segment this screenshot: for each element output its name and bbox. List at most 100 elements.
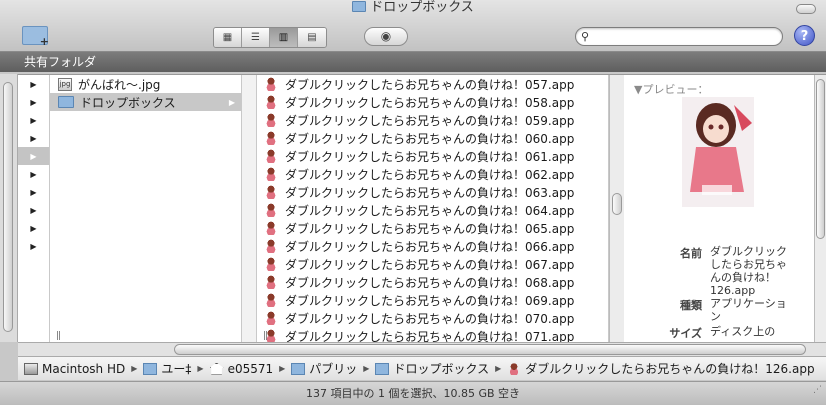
image-file-icon: jpg [58,77,72,91]
preview-name-value: ダブルクリックしたらお兄ちゃんの負けね！126.app [710,245,787,297]
path-item-app[interactable]: ダブルクリックしたらお兄ちゃんの負けね！126.app [507,360,815,377]
app-icon [265,167,277,181]
column-3-scroll-thumb[interactable] [612,193,622,215]
toolbar-toggle-button[interactable] [796,4,816,14]
path-item-home[interactable]: e05571 [209,362,273,376]
search-input[interactable] [596,30,776,44]
list-item[interactable]: ダブルクリックしたらお兄ちゃんの負けね！065.app [257,219,608,237]
column-1: ▶ ▶ ▶ ▶ ▶ ▶ ▶ ▶ ▶ ▶ [18,75,50,343]
list-item[interactable]: ダブルクリックしたらお兄ちゃんの負けね！060.app [257,129,608,147]
preview-kind-row: 種類 アプリケーション [624,297,804,323]
column-1-row[interactable]: ▶ [18,93,49,111]
path-item-users[interactable]: ユー‡ [143,360,191,377]
list-item-label: ダブルクリックしたらお兄ちゃんの負けね！061.app [285,149,575,164]
list-item[interactable]: ダブルクリックしたらお兄ちゃんの負けね！062.app [257,165,608,183]
column-3-scrollbar[interactable] [609,75,624,343]
column-1-row-selected[interactable]: ▶ [18,147,49,165]
list-item[interactable]: ダブルクリックしたらお兄ちゃんの負けね！063.app [257,183,608,201]
disclosure-arrow-icon: ▶ [30,223,37,233]
column-2-scrollbar[interactable] [242,75,257,343]
path-item-public[interactable]: パブリッ [291,360,357,377]
shared-folder-header: 共有フォルダ [0,52,826,72]
list-item[interactable]: ダブルクリックしたらお兄ちゃんの負けね！066.app [257,237,608,255]
disclosure-arrow-icon: ▶ [30,97,37,107]
list-item-label: ダブルクリックしたらお兄ちゃんの負けね！066.app [285,239,575,254]
path-separator-icon: ▶ [495,364,502,373]
disclosure-arrow-icon: ▶ [228,97,235,107]
list-item[interactable]: ダブルクリックしたらお兄ちゃんの負けね！057.app [257,75,608,93]
resize-grip-icon[interactable]: ⋰ [813,378,822,402]
path-item-macintosh-hd[interactable]: Macintosh HD [24,362,125,376]
preview-size-value: ディスク上の [710,325,776,338]
sidebar-scrollbar[interactable] [0,74,18,342]
column-1-row[interactable]: ▶ [18,237,49,255]
users-folder-icon [143,362,158,375]
preview-size-row: サイズ ディスク上の [624,325,804,341]
column-view-button[interactable]: ▥ [270,28,298,47]
list-item-label: ダブルクリックしたらお兄ちゃんの負けね！057.app [285,77,575,92]
list-view-button[interactable]: ☰ [242,28,270,47]
list-item-selected[interactable]: ドロップボックス ▶ [50,93,241,111]
list-item-label: ダブルクリックしたらお兄ちゃんの負けね！068.app [285,275,575,290]
disclosure-arrow-icon: ▶ [30,205,37,215]
column-1-row[interactable]: ▶ [18,75,49,93]
path-item-dropbox[interactable]: ドロップボックス [375,360,489,377]
list-item-label: ダブルクリックしたらお兄ちゃんの負けね！065.app [285,221,575,236]
column-resize-grip[interactable]: || [263,331,268,341]
app-icon [265,77,277,91]
app-icon [265,239,277,253]
column-browser: ▶ ▶ ▶ ▶ ▶ ▶ ▶ ▶ ▶ ▶ jpg がんばれ〜.jpg ドロップボック… [18,74,826,343]
horizontal-scrollbar[interactable] [18,342,826,356]
list-item[interactable]: ダブルクリックしたらお兄ちゃんの負けね！070.app [257,309,608,327]
disclosure-arrow-icon: ▶ [30,79,37,89]
column-1-row[interactable]: ▶ [18,201,49,219]
preview-header: ▼プレビュー： [634,83,709,96]
list-item[interactable]: ダブルクリックしたらお兄ちゃんの負けね！059.app [257,111,608,129]
new-folder-icon[interactable] [22,26,49,48]
column-1-row[interactable]: ▶ [18,111,49,129]
preview-size-label: サイズ [669,327,702,340]
window-title: ドロップボックス [0,0,826,16]
path-item-label: Macintosh HD [42,361,126,376]
list-item-label: ダブルクリックしたらお兄ちゃんの負けね！070.app [285,311,575,326]
quicklook-button[interactable]: ◉ [364,27,408,46]
help-icon[interactable]: ? [794,25,815,46]
list-item[interactable]: ダブルクリックしたらお兄ちゃんの負けね！064.app [257,201,608,219]
list-item[interactable]: ダブルクリックしたらお兄ちゃんの負けね！068.app [257,273,608,291]
column-1-row[interactable]: ▶ [18,165,49,183]
disclosure-arrow-icon: ▶ [30,115,37,125]
preview-scrollbar[interactable] [814,75,826,343]
path-item-label: ダブルクリックしたらお兄ちゃんの負けね！126.app [525,362,815,376]
column-1-row[interactable]: ▶ [18,129,49,147]
column-resize-grip[interactable]: || [56,331,61,341]
app-icon [265,149,277,163]
list-item[interactable]: ダブルクリックしたらお兄ちゃんの負けね！058.app [257,93,608,111]
list-item[interactable]: ダブルクリックしたらお兄ちゃんの負けね！069.app [257,291,608,309]
list-item[interactable]: ダブルクリックしたらお兄ちゃんの負けね！061.app [257,147,608,165]
list-item[interactable]: ダブルクリックしたらお兄ちゃんの負けね！067.app [257,255,608,273]
sidebar-scroll-thumb[interactable] [3,82,13,332]
horizontal-scroll-thumb[interactable] [174,344,806,355]
column-2: jpg がんばれ〜.jpg ドロップボックス ▶ || [50,75,242,343]
path-separator-icon: ▶ [197,364,204,373]
column-1-row[interactable]: ▶ [18,183,49,201]
home-icon [209,362,224,375]
preview-scroll-thumb[interactable] [816,79,825,239]
list-item[interactable]: ダブルクリックしたらお兄ちゃんの負けね！071.app [257,327,608,343]
disclosure-arrow-icon: ▶ [30,151,37,161]
status-text: 137 項目中の 1 個を選択、10.85 GB 空き [305,387,521,400]
folder-icon [352,1,367,12]
coverflow-view-button[interactable]: ▤ [298,28,326,47]
icon-view-button[interactable]: ▦ [214,28,242,47]
list-item-label: ダブルクリックしたらお兄ちゃんの負けね！060.app [285,131,575,146]
list-item[interactable]: jpg がんばれ〜.jpg [50,75,241,93]
hard-drive-icon [24,362,38,375]
column-1-row[interactable]: ▶ [18,219,49,237]
app-icon [265,257,277,271]
search-field[interactable]: ⚲ [575,27,783,46]
path-separator-icon: ▶ [363,364,370,373]
list-item-label: ダブルクリックしたらお兄ちゃんの負けね！067.app [285,257,575,272]
preview-pane: ▼プレビュー： 名前 ダブルクリックしたらお兄ちゃんの負けね！126.app 種… [624,75,814,343]
app-icon [265,293,277,307]
list-item-label: ダブルクリックしたらお兄ちゃんの負けね！058.app [285,95,575,110]
